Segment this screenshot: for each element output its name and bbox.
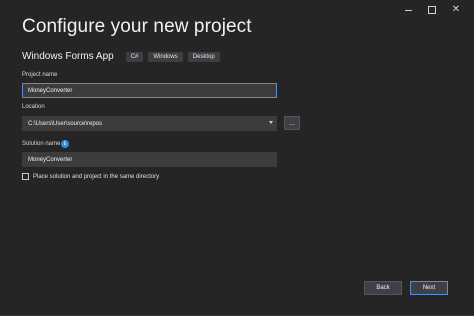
window-controls: ✕ [396,3,468,17]
project-name-value: MoneyConverter [28,87,73,94]
next-button[interactable]: Next [410,281,448,295]
tag-project-type: Desktop [187,51,220,62]
tag-platform: Windows [148,51,183,62]
minimize-button[interactable] [396,3,420,17]
template-name: Windows Forms App [22,51,114,62]
project-name-input[interactable]: MoneyConverter [22,83,277,98]
browse-button[interactable]: ... [284,116,300,130]
page-title: Configure your new project [22,16,252,37]
back-button[interactable]: Back [364,281,402,295]
template-summary: Windows Forms App C# Windows Desktop [22,51,220,62]
solution-name-input[interactable]: MoneyConverter [22,152,277,167]
same-directory-label: Place solution and project in the same d… [33,173,160,180]
project-name-label: Project name [22,72,58,78]
close-icon: ✕ [451,4,461,15]
chevron-down-icon[interactable] [269,121,273,124]
same-directory-checkbox[interactable] [22,173,29,180]
location-combobox[interactable]: C:\Users\User\source\repos [22,116,277,131]
location-value: C:\Users\User\source\repos [28,120,103,127]
maximize-button[interactable] [420,3,444,17]
solution-name-label: Solution name [22,141,61,147]
location-label: Location [22,104,45,110]
configure-project-dialog: ✕ Configure your new project Windows For… [0,0,474,316]
minimize-icon [404,9,412,11]
solution-name-value: MoneyConverter [28,156,73,163]
tag-language: C# [125,51,144,62]
same-directory-option[interactable]: Place solution and project in the same d… [22,173,159,180]
close-button[interactable]: ✕ [444,3,468,17]
info-icon[interactable]: i [61,140,69,148]
maximize-icon [428,6,436,14]
